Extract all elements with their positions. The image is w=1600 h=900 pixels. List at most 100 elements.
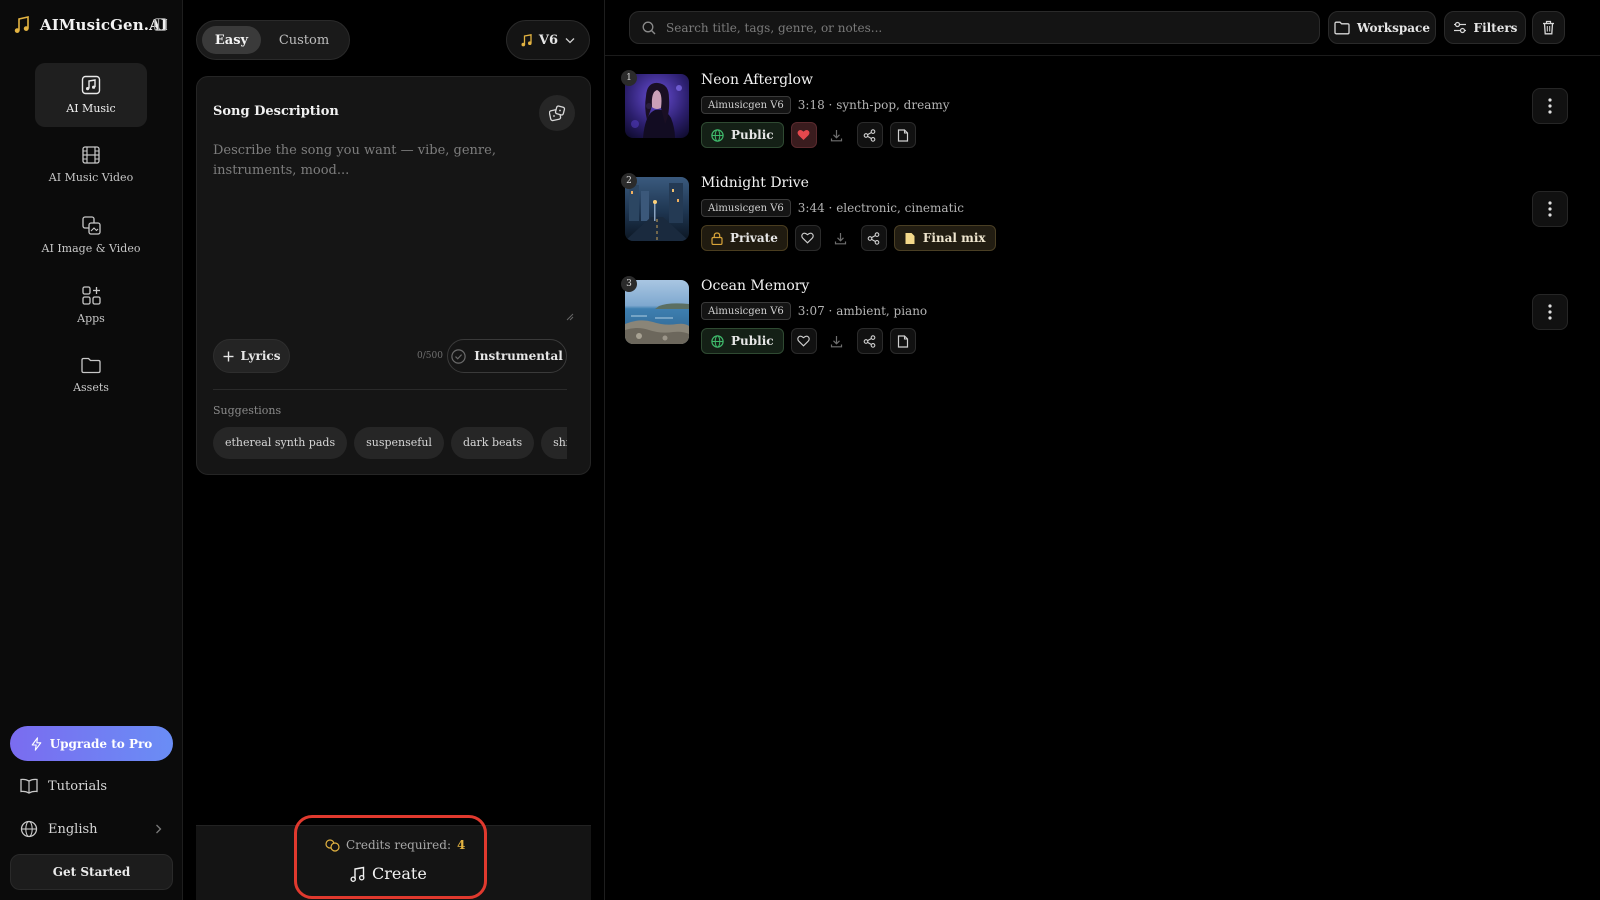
create-label: Create — [372, 864, 427, 883]
get-started-button[interactable]: Get Started — [10, 854, 173, 890]
share-button[interactable] — [856, 328, 883, 354]
model-version-select[interactable]: V6 — [506, 20, 590, 60]
tutorials-label: Tutorials — [48, 778, 108, 794]
song-description-input[interactable] — [213, 141, 575, 321]
track-title[interactable]: Midnight Drive — [701, 175, 809, 191]
add-note-button[interactable] — [889, 328, 916, 354]
share-icon — [863, 128, 876, 142]
globe-icon — [20, 820, 38, 838]
sidebar-item-ai-music-video[interactable]: AI Music Video — [35, 133, 147, 197]
mode-easy-button[interactable]: Easy — [202, 26, 261, 54]
note-label: Final mix — [922, 231, 986, 245]
randomize-button[interactable] — [539, 95, 575, 131]
tutorials-link[interactable]: Tutorials — [20, 778, 162, 794]
track-row[interactable]: 2 Midnight Drive Aimusicgen V6 3:44 · el… — [605, 173, 1600, 269]
download-icon — [834, 232, 847, 245]
folder-icon — [1334, 21, 1350, 35]
lightning-icon — [31, 736, 42, 751]
track-meta: Aimusicgen V6 3:44 · electronic, cinemat… — [701, 199, 964, 217]
download-button[interactable] — [824, 328, 850, 354]
download-icon — [830, 335, 843, 348]
library-toolbar: Workspace Filters — [605, 0, 1600, 56]
track-details: 3:18 · synth-pop, dreamy — [797, 98, 950, 112]
dice-icon — [548, 104, 566, 122]
track-details: 3:07 · ambient, piano — [797, 304, 928, 318]
download-button[interactable] — [828, 225, 854, 251]
track-index: 2 — [621, 173, 637, 189]
track-row[interactable]: 3 Ocean Memory Aimusicgen V6 3:07 · ambi… — [605, 276, 1600, 372]
filters-label: Filters — [1473, 20, 1518, 35]
suggestion-chip[interactable]: shimm — [541, 427, 567, 459]
visibility-private-button[interactable]: Private — [701, 225, 788, 251]
book-icon — [20, 778, 38, 794]
note-button[interactable]: Final mix — [893, 225, 996, 251]
upgrade-label: Upgrade to Pro — [49, 736, 153, 751]
sidebar-item-label: AI Music Video — [48, 171, 134, 184]
track-details: 3:44 · electronic, cinematic — [797, 201, 964, 215]
visibility-public-button[interactable]: Public — [701, 328, 784, 354]
sidebar-item-assets[interactable]: Assets — [35, 343, 147, 407]
note-icon — [897, 128, 909, 142]
song-description-card: Song Description Lyrics 0/500 Instrument… — [196, 76, 591, 475]
coins-icon — [325, 838, 340, 852]
download-button[interactable] — [824, 122, 850, 148]
sliders-icon — [1453, 21, 1467, 34]
chevron-down-icon — [565, 37, 575, 44]
workspace-button[interactable]: Workspace — [1328, 11, 1436, 44]
like-button[interactable] — [790, 122, 817, 148]
heart-filled-icon — [797, 129, 810, 141]
note-icon — [897, 334, 909, 348]
like-button[interactable] — [794, 225, 821, 251]
track-title[interactable]: Neon Afterglow — [701, 72, 813, 88]
instrumental-label: Instrumental — [474, 349, 563, 363]
sidebar-item-ai-image-video[interactable]: AI Image & Video — [35, 203, 147, 267]
visibility-public-button[interactable]: Public — [701, 122, 784, 148]
library-panel: Workspace Filters 1 — [605, 0, 1600, 900]
sidebar-item-label: AI Music — [66, 102, 116, 115]
instrumental-toggle[interactable]: Instrumental — [447, 339, 567, 373]
character-count: 0/500 — [417, 351, 443, 361]
sidebar-item-label: Assets — [73, 380, 109, 394]
track-more-button[interactable] — [1532, 191, 1568, 227]
track-more-button[interactable] — [1532, 88, 1568, 124]
suggestion-chip[interactable]: dark beats — [450, 427, 535, 459]
suggestion-chip[interactable]: ethereal synth pads — [213, 427, 348, 459]
share-button[interactable] — [856, 122, 883, 148]
language-selector[interactable]: English — [20, 820, 162, 838]
track-more-button[interactable] — [1532, 294, 1568, 330]
create-button[interactable]: Create — [350, 864, 427, 883]
sidebar-item-apps[interactable]: Apps — [35, 273, 147, 337]
search-bar — [629, 11, 1320, 44]
track-index: 1 — [621, 70, 637, 86]
delete-button[interactable] — [1532, 11, 1565, 44]
add-note-button[interactable] — [889, 122, 916, 148]
chevron-right-icon — [155, 824, 162, 834]
visibility-label: Private — [730, 231, 778, 245]
track-row[interactable]: 1 Neon Afterglow Aimusicgen V6 3:18 · sy… — [605, 70, 1600, 166]
credits-value: 4 — [456, 838, 466, 852]
add-lyrics-button[interactable]: Lyrics — [213, 339, 290, 373]
more-vertical-icon — [1548, 98, 1552, 114]
track-title[interactable]: Ocean Memory — [701, 278, 809, 294]
track-meta: Aimusicgen V6 3:18 · synth-pop, dreamy — [701, 96, 950, 114]
share-button[interactable] — [860, 225, 887, 251]
visibility-label: Public — [731, 128, 774, 142]
search-input[interactable] — [666, 20, 1266, 35]
language-label: English — [48, 821, 98, 837]
suggestion-chip[interactable]: suspenseful — [354, 427, 444, 459]
resize-handle-icon[interactable] — [566, 313, 574, 321]
lock-icon — [711, 231, 723, 245]
sidebar-item-ai-music[interactable]: AI Music — [35, 63, 147, 127]
brand: AIMusicGen.AI — [14, 16, 168, 34]
suggestion-chips: ethereal synth pads suspenseful dark beats… — [213, 427, 567, 461]
composer-panel: Easy Custom V6 Song Description Lyrics 0… — [183, 0, 605, 900]
filters-button[interactable]: Filters — [1444, 11, 1526, 44]
mode-custom-button[interactable]: Custom — [267, 26, 341, 54]
credits-label: Credits required: — [346, 838, 451, 852]
brand-name: AIMusicGen.AI — [40, 16, 168, 34]
download-icon — [830, 129, 843, 142]
plus-icon — [223, 351, 234, 362]
upgrade-to-pro-button[interactable]: Upgrade to Pro — [10, 726, 173, 761]
like-button[interactable] — [790, 328, 817, 354]
collapse-sidebar-icon[interactable] — [154, 18, 167, 31]
